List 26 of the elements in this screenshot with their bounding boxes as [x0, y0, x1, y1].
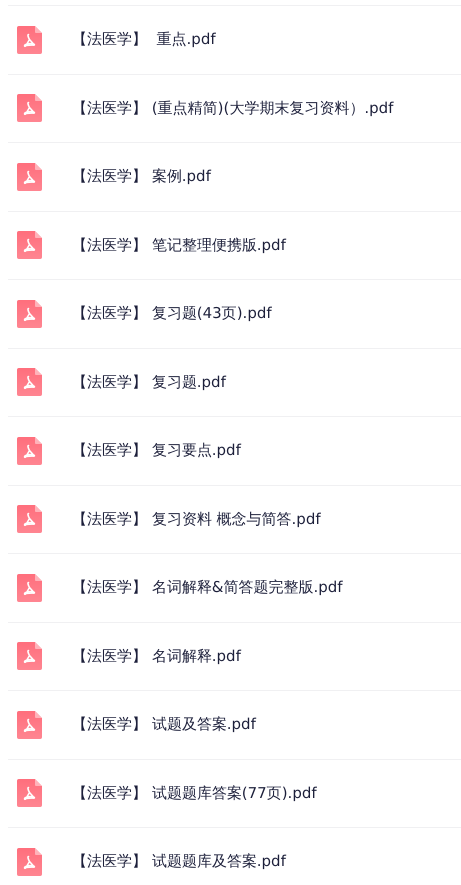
file-name[interactable]: 【法医学】 重点.pdf — [72, 30, 216, 50]
file-name[interactable]: 【法医学】 复习题(43页).pdf — [72, 304, 272, 324]
pdf-file-icon — [17, 26, 42, 54]
pdf-file-icon — [17, 642, 42, 670]
pdf-file-icon — [17, 162, 42, 191]
pdf-file-icon — [17, 848, 42, 876]
pdf-file-icon — [17, 231, 42, 260]
pdf-file-icon — [17, 300, 42, 328]
pdf-file-icon — [17, 436, 42, 465]
pdf-file-icon — [17, 368, 42, 396]
file-name[interactable]: 【法医学】 复习要点.pdf — [72, 441, 241, 460]
pdf-file-icon — [17, 710, 42, 739]
file-name[interactable]: 【法医学】 复习资料 概念与简答.pdf — [72, 510, 321, 529]
file-name[interactable]: 【法医学】 名词解释.pdf — [72, 646, 241, 666]
pdf-file-icon — [17, 574, 42, 602]
file-name[interactable]: 【法医学】 试题题库答案(77页).pdf — [72, 784, 317, 803]
pdf-file-icon — [17, 505, 42, 534]
file-name[interactable]: 【法医学】 (重点精简)(大学期末复习资料）.pdf — [72, 98, 394, 118]
file-name[interactable]: 【法医学】 试题题库及答案.pdf — [72, 852, 286, 872]
pdf-file-icon — [17, 779, 42, 808]
file-name[interactable]: 【法医学】 名词解释&简答题完整版.pdf — [72, 578, 343, 598]
pdf-file-icon — [17, 94, 42, 122]
file-name[interactable]: 【法医学】 复习题.pdf — [72, 372, 226, 392]
file-name[interactable]: 【法医学】 试题及答案.pdf — [72, 715, 256, 734]
file-name[interactable]: 【法医学】 案例.pdf — [72, 167, 211, 186]
file-name[interactable]: 【法医学】 笔记整理便携版.pdf — [72, 236, 286, 255]
